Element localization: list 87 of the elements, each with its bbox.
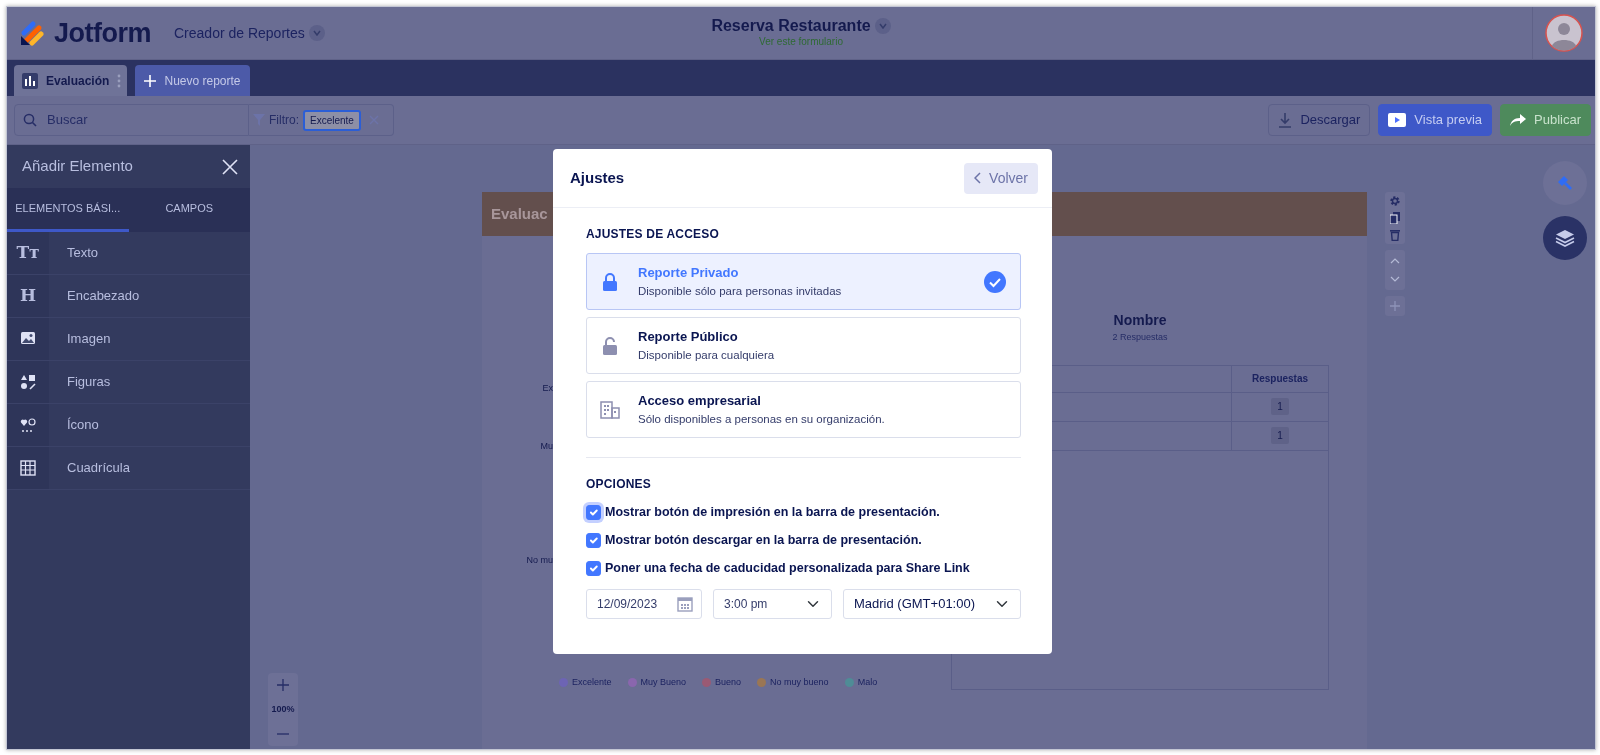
table-cell: 1 (1271, 427, 1289, 444)
option-label: Mostrar botón de impresión en la barra de presentación. (605, 504, 940, 522)
legend-label: No muy bueno (770, 675, 829, 689)
legend-label: Bueno (715, 675, 742, 689)
chart-axis-label: Ex (541, 382, 553, 395)
legend-label: Excelente (572, 675, 612, 689)
report-title: Evaluac (491, 203, 548, 224)
access-option[interactable]: Acceso empresarial Sólo disponibles a personas en su organización. (586, 381, 1021, 438)
chart-axis-label: No mu (525, 554, 553, 567)
layers-button[interactable] (1543, 216, 1587, 260)
lock-icon (602, 272, 618, 291)
sidebar-item[interactable]: Ícono (7, 404, 250, 447)
plus-icon (144, 74, 157, 87)
new-report-button[interactable]: Nuevo reporte (135, 65, 250, 96)
unlock-icon (602, 336, 618, 355)
dialog-title: Ajustes (570, 167, 625, 188)
checkbox[interactable] (586, 505, 601, 520)
option-description: Disponible sólo para personas invitadas (638, 283, 842, 299)
option-title: Acceso empresarial (638, 392, 762, 411)
chevron-up-icon[interactable] (1390, 258, 1400, 264)
response-count: 2 Respuestas (1112, 331, 1168, 344)
chevron-down-icon (312, 30, 321, 36)
sidebar-item[interactable]: Tᴛ Texto (7, 232, 250, 275)
sidebar-item[interactable]: Cuadrícula (7, 447, 250, 490)
option-title: Reporte Privado (638, 264, 740, 283)
section-heading: AJUSTES DE ACCESO (586, 226, 720, 243)
date-field[interactable]: 12/09/2023 (586, 589, 702, 619)
search-input[interactable]: Buscar (45, 109, 235, 131)
copy-icon[interactable] (1390, 212, 1400, 224)
search-field[interactable]: Buscar (14, 104, 249, 136)
close-icon[interactable] (222, 158, 238, 175)
play-icon (1388, 113, 1407, 127)
sidebar-item[interactable]: Imagen (7, 318, 250, 361)
calendar-icon[interactable] (677, 596, 693, 612)
option-label: Poner una fecha de caducidad personalizada para Share Link (605, 560, 970, 578)
text-style-icon: Tᴛ (16, 240, 40, 266)
filter-chip[interactable]: Excelente (303, 109, 361, 131)
chevron-down-icon[interactable] (1390, 276, 1400, 282)
gear-icon[interactable] (1389, 195, 1401, 207)
table-cell: 1 (1271, 398, 1289, 415)
avatar[interactable] (1545, 14, 1583, 52)
report-tab[interactable]: Evaluación (14, 65, 127, 96)
access-option[interactable]: Reporte Privado Disponible sólo para personas invitadas (586, 253, 1021, 310)
plus-icon (277, 678, 289, 691)
heart-smiley-icon (20, 417, 36, 433)
chart-icon (22, 72, 38, 89)
checkbox[interactable] (586, 533, 601, 548)
kebab-icon[interactable] (117, 73, 122, 88)
sidebar-title: Añadir Elemento (22, 156, 133, 177)
logo-text: Jotform (54, 16, 151, 50)
zoom-level: 100% (271, 702, 295, 716)
form-title-menu[interactable]: Reserva Restaurante (711, 16, 891, 35)
filter-label: Filtro: (269, 112, 299, 129)
access-option[interactable]: Reporte Público Disponible para cualquiera (586, 317, 1021, 374)
check-circle-icon (984, 270, 1006, 293)
chart-axis-label: Mu (539, 439, 553, 453)
time-select[interactable]: 3:00 pm (713, 589, 832, 619)
section-heading: OPCIONES (586, 476, 652, 493)
download-icon (1278, 112, 1293, 128)
option-title: Reporte Público (638, 328, 739, 347)
sidebar-item[interactable]: H Encabezado (7, 275, 250, 318)
option-description: Sólo disponibles a personas en su organización. (638, 411, 885, 427)
timezone-select[interactable]: Madrid (GMT+01:00) (843, 589, 1021, 619)
heading-icon: H (19, 283, 37, 309)
plus-icon[interactable] (1390, 301, 1400, 311)
table-title: Nombre (1113, 311, 1167, 330)
layers-icon (1555, 229, 1575, 247)
logo-icon (20, 20, 46, 46)
checkbox[interactable] (586, 561, 601, 576)
chevron-down-icon (878, 22, 887, 29)
sidebar-tab[interactable]: CAMPOS (128, 188, 250, 232)
chevron-left-icon (974, 172, 982, 184)
legend-label: Malo (857, 675, 878, 689)
trash-icon[interactable] (1390, 229, 1400, 241)
search-icon (23, 113, 37, 127)
back-button[interactable]: Volver (964, 162, 1038, 194)
preview-button[interactable]: Vista previa (1378, 104, 1493, 136)
sidebar-item[interactable]: Figuras (7, 361, 250, 404)
grid-icon (20, 460, 36, 476)
share-arrow-icon (1510, 114, 1527, 126)
image-icon (20, 331, 36, 347)
option-description: Disponible para cualquiera (638, 347, 775, 363)
column-header: Respuestas (1251, 372, 1309, 386)
legend-label: Muy Bueno (640, 675, 687, 689)
building-icon (600, 400, 620, 419)
shapes-icon (20, 374, 36, 390)
option-label: Mostrar botón descargar en la barra de presentación. (605, 532, 922, 550)
